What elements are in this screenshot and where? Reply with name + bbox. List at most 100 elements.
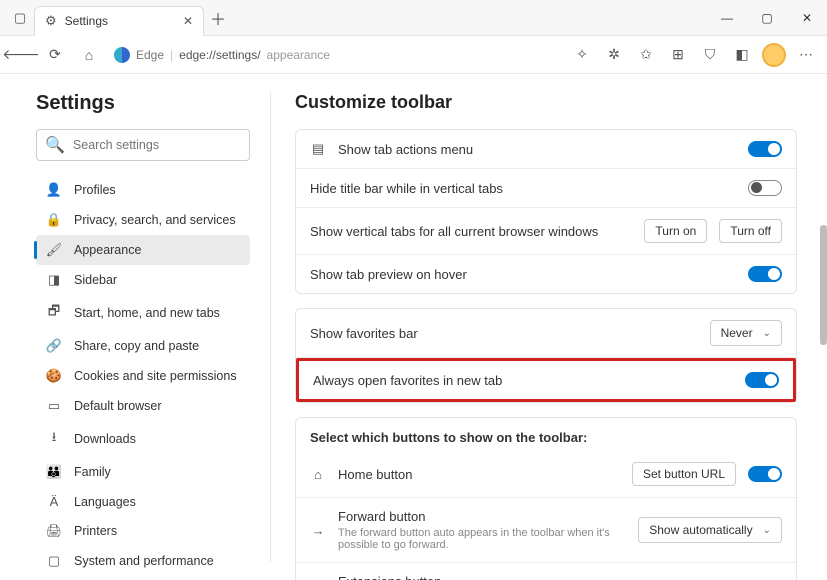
row-home-button: ⌂ Home button Set button URL [296,451,796,498]
row-sublabel: The forward button auto appears in the t… [338,527,626,551]
sidebar-item-label: Cookies and site permissions [74,369,237,383]
sidebar-item-label: System and performance [74,554,214,568]
more-menu-icon[interactable]: ⋯ [791,40,821,70]
chevron-down-icon: ⌄ [763,525,771,536]
toggle-favorites-new-tab[interactable] [745,372,779,388]
address-path-main: edge://settings/ [179,48,260,62]
tab-strip: ▢ ⚙ Settings ✕ ＋ [0,0,232,35]
sidebar-item-start[interactable]: 🗗 Start, home, and new tabs [36,295,250,331]
row-label: Extensions button [338,574,626,580]
profile-avatar[interactable] [759,40,789,70]
turn-off-button[interactable]: Turn off [719,219,782,243]
favorites-bar-select[interactable]: Never ⌄ [710,320,782,346]
downloads-toolbar-icon[interactable]: ◧ [727,40,757,70]
lock-icon: 🔒 [46,212,62,228]
share-icon: 🔗 [46,338,62,354]
search-icon: 🔍 [45,135,65,155]
refresh-button[interactable]: ⟳ [40,40,70,70]
set-button-url-button[interactable]: Set button URL [632,462,736,486]
sidebar-item-cookies[interactable]: 🍪Cookies and site permissions [36,361,250,391]
toggle-hide-title[interactable] [748,180,782,196]
home-icon: ⌂ [310,467,326,482]
address-product: Edge [136,48,164,62]
tab-options-card: ▤ Show tab actions menu Hide title bar w… [295,129,797,294]
search-input[interactable] [73,138,241,152]
sidebar-item-label: Sidebar [74,273,117,287]
sidebar-item-appearance[interactable]: 🖌Appearance [36,235,250,265]
scrollbar-thumb[interactable] [820,225,827,345]
sidebar-item-label: Downloads [74,432,136,446]
tab-overview-icon[interactable]: ▢ [6,4,34,32]
section-label: Select which buttons to show on the tool… [296,418,796,451]
home-toolbar-button[interactable]: ⌂ [74,40,104,70]
gear-icon: ⚙ [45,13,57,29]
close-window-button[interactable]: ✕ [787,0,827,36]
row-tab-actions: ▤ Show tab actions menu [296,130,796,169]
sidebar-item-languages[interactable]: ÄLanguages [36,487,250,516]
sidebar-item-reset[interactable]: ↺Reset settings [36,576,250,580]
sidebar-item-family[interactable]: 👪Family [36,457,250,487]
extensions-icon[interactable]: ✲ [599,40,629,70]
sidebar-item-label: Share, copy and paste [74,339,199,353]
page-heading: Customize toolbar [295,92,797,113]
forward-select[interactable]: Show automatically⌄ [638,517,782,543]
back-button[interactable]: 🡐 [6,40,36,70]
favorites-icon[interactable]: ✩ [631,40,661,70]
shield-icon[interactable]: ⛉ [695,40,725,70]
sidebar-item-label: Family [74,465,111,479]
window-controls: ― ▢ ✕ [707,0,827,36]
row-label: Hide title bar while in vertical tabs [310,181,736,196]
sidebar-item-default[interactable]: ▭Default browser [36,391,250,421]
sidebar-item-share[interactable]: 🔗 Share, copy and paste [36,331,250,361]
sidebar-item-label: Languages [74,495,136,509]
sidebar-item-profiles[interactable]: 👤 Profiles [36,175,250,205]
forward-icon: → [310,523,326,538]
sidebar-item-label: Start, home, and new tabs [74,306,220,320]
address-bar[interactable]: Edge | edge://settings/appearance [114,47,563,63]
sidebar-item-privacy[interactable]: 🔒Privacy, search, and services [36,205,250,235]
row-label: Always open favorites in new tab [313,373,733,388]
search-settings-box[interactable]: 🔍 [36,129,250,161]
toolbar-right-icons: ✧ ✲ ✩ ⊞ ⛉ ◧ ⋯ [567,40,821,70]
new-tab-button[interactable]: ＋ [204,6,232,30]
tab-label: Settings [65,14,175,28]
sidebar-item-downloads[interactable]: ⭳ Downloads [36,421,250,457]
download-icon: ⭳ [46,428,62,450]
sidebar-item-system[interactable]: ▢ System and performance [36,546,250,576]
brush-icon: 🖌 [46,242,62,258]
maximize-button[interactable]: ▢ [747,0,787,36]
toggle-home-button[interactable] [748,466,782,482]
printer-icon: 🖨 [46,523,62,539]
active-tab[interactable]: ⚙ Settings ✕ [34,6,204,36]
row-label: Show favorites bar [310,326,698,341]
browser-icon: ▭ [46,398,62,414]
sidebar-item-printers[interactable]: 🖨 Printers [36,516,250,546]
minimize-button[interactable]: ― [707,0,747,36]
profile-icon: 👤 [46,182,62,198]
sidebar-item-label: Profiles [74,183,116,197]
tab-menu-icon: ▤ [310,141,326,157]
read-aloud-icon[interactable]: ✧ [567,40,597,70]
content-area: Settings 🔍 👤 Profiles 🔒Privacy, search, a… [0,74,827,580]
system-icon: ▢ [46,553,62,569]
select-value: Never [721,326,753,340]
collections-icon[interactable]: ⊞ [663,40,693,70]
sidebar-item-label: Printers [74,524,117,538]
turn-on-button[interactable]: Turn on [644,219,707,243]
toggle-tab-preview[interactable] [748,266,782,282]
row-label: Home button [338,467,620,482]
sidebar-title: Settings [36,92,250,115]
sidebar-icon: ◨ [46,272,62,288]
chevron-down-icon: ⌄ [763,328,771,339]
row-label: Forward button [338,509,626,524]
toggle-tab-actions[interactable] [748,141,782,157]
close-tab-icon[interactable]: ✕ [183,14,193,28]
favorites-card: Show favorites bar Never ⌄ Always open fa… [295,308,797,403]
row-label: Show tab preview on hover [310,267,736,282]
row-hide-title: Hide title bar while in vertical tabs [296,169,796,208]
title-bar: ▢ ⚙ Settings ✕ ＋ ― ▢ ✕ [0,0,827,36]
row-favorites-bar: Show favorites bar Never ⌄ [296,309,796,358]
row-vertical-tabs: Show vertical tabs for all current brows… [296,208,796,255]
sidebar-item-sidebar[interactable]: ◨ Sidebar [36,265,250,295]
tabs-icon: 🗗 [46,302,62,324]
